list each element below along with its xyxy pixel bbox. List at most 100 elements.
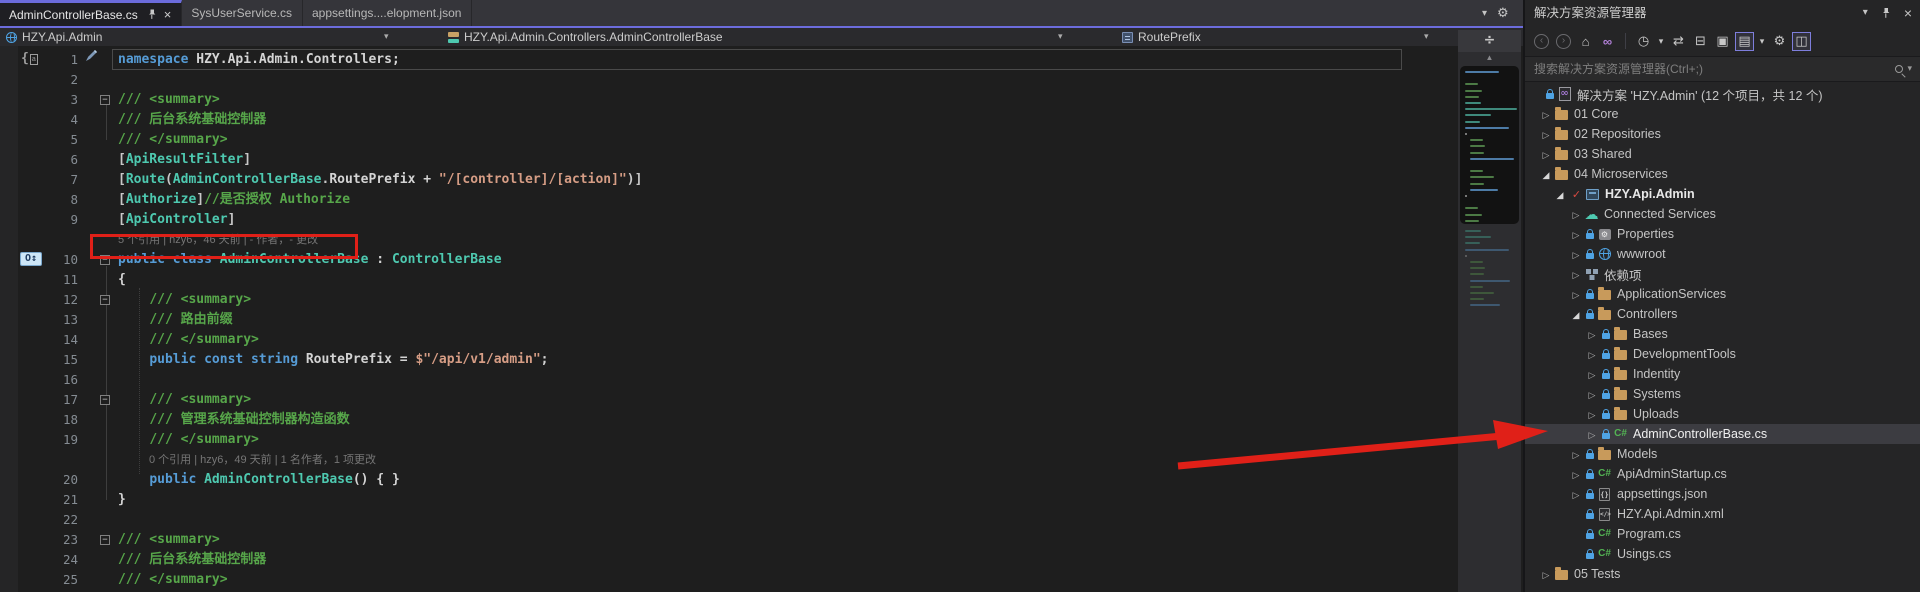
code-line-13[interactable]: 13 /// 路由前缀 (0, 310, 1456, 330)
tree-item-admincontrollerbase-cs[interactable]: ▷AdminControllerBase.cs (1525, 424, 1920, 444)
editor-splitter-handle[interactable]: ÷ (1458, 30, 1521, 52)
chevron-expanded-icon[interactable]: ◢ (1573, 310, 1580, 320)
code-line-19[interactable]: 19 /// </summary> (0, 430, 1456, 450)
code-line-21[interactable]: 21} (0, 490, 1456, 510)
tree-item-03-shared[interactable]: ▷03 Shared (1525, 144, 1920, 164)
chevron-collapsed-icon[interactable]: ▷ (1573, 270, 1580, 280)
chevron-expanded-icon[interactable]: ◢ (1543, 170, 1550, 180)
tree-item-hzy-api-admin-xml[interactable]: HZY.Api.Admin.xml (1525, 504, 1920, 524)
tab-admincontrollerbase-cs[interactable]: AdminControllerBase.cs× (0, 0, 182, 26)
close-icon[interactable]: × (164, 10, 172, 20)
code-line-8[interactable]: 8[Authorize]//是否授权 Authorize (0, 190, 1456, 210)
chevron-collapsed-icon[interactable]: ▷ (1573, 450, 1580, 460)
search-options-chevron-icon[interactable]: ▾ (1907, 63, 1912, 74)
inheritance-margin-icon[interactable]: O↕ (20, 252, 42, 266)
code-line-5[interactable]: 5/// </summary> (0, 130, 1456, 150)
sync-with-active-document-button[interactable]: ∞ (1598, 32, 1617, 51)
tree-item-wwwroot[interactable]: ▷wwwroot (1525, 244, 1920, 264)
track-active-item-button[interactable]: ▤ (1735, 32, 1754, 51)
fold-marker-icon[interactable]: − (100, 95, 110, 105)
chevron-collapsed-icon[interactable]: ▷ (1573, 470, 1580, 480)
pending-changes-filter-button[interactable]: ◷ (1634, 32, 1653, 51)
tree-item-controllers[interactable]: ◢Controllers (1525, 304, 1920, 324)
tree-item-developmenttools[interactable]: ▷DevelopmentTools (1525, 344, 1920, 364)
tree-item-appsettings-json[interactable]: ▷appsettings.json (1525, 484, 1920, 504)
code-line-20[interactable]: 20 public AdminControllerBase() { } (0, 470, 1456, 490)
pin-icon[interactable] (147, 9, 157, 20)
member-dropdown-chevron-icon[interactable]: ▾ (1424, 31, 1429, 42)
tree-item-解决方案-hzy-admin-12-个项目-共-12-个[interactable]: 解决方案 'HZY.Admin' (12 个项目，共 12 个) (1525, 84, 1920, 104)
codelens-text[interactable]: 0 个引用 | hzy6，49 天前 | 1 名作者，1 项更改 (149, 450, 376, 470)
tree-item-properties[interactable]: ▷Properties (1525, 224, 1920, 244)
back-button[interactable]: ‹ (1534, 34, 1549, 49)
preview-selected-items-button[interactable]: ◫ (1792, 32, 1811, 51)
code-line-12[interactable]: 12− /// <summary> (0, 290, 1456, 310)
tree-item-apiadminstartup-cs[interactable]: ▷ApiAdminStartup.cs (1525, 464, 1920, 484)
collapse-all-button[interactable]: ⊟ (1691, 32, 1710, 51)
chevron-collapsed-icon[interactable]: ▷ (1589, 350, 1596, 360)
fold-marker-icon[interactable]: − (100, 295, 110, 305)
search-icon[interactable] (1895, 65, 1903, 73)
minimap-viewport[interactable] (1460, 66, 1519, 224)
chevron-collapsed-icon[interactable]: ▷ (1543, 570, 1550, 580)
chevron-collapsed-icon[interactable]: ▷ (1573, 290, 1580, 300)
code-line-25[interactable]: 25/// </summary> (0, 570, 1456, 590)
chevron-collapsed-icon[interactable]: ▷ (1589, 390, 1596, 400)
window-position-chevron-icon[interactable]: ▾ (1863, 0, 1868, 26)
project-dropdown[interactable]: HZY.Api.Admin (6, 28, 102, 46)
code-editor[interactable]: {a O↕ 1namespace HZY.Api.Admin.Controlle… (0, 46, 1456, 592)
code-line-3[interactable]: 3−/// <summary> (0, 90, 1456, 110)
project-dropdown-chevron-icon[interactable]: ▾ (384, 31, 389, 42)
chevron-collapsed-icon[interactable]: ▷ (1589, 370, 1596, 380)
tree-item-bases[interactable]: ▷Bases (1525, 324, 1920, 344)
track-active-item-dropdown[interactable]: ▾ (1757, 32, 1767, 51)
show-all-files-button[interactable]: ▣ (1713, 32, 1732, 51)
search-input[interactable] (1525, 57, 1920, 81)
tree-item-01-core[interactable]: ▷01 Core (1525, 104, 1920, 124)
tree-item-hzy-api-admin[interactable]: ◢HZY.Api.Admin (1525, 184, 1920, 204)
chevron-collapsed-icon[interactable]: ▷ (1573, 230, 1580, 240)
minimap-scrollbar[interactable]: ÷ ▲ (1458, 30, 1521, 592)
type-dropdown-chevron-icon[interactable]: ▾ (1058, 31, 1063, 42)
code-line-15[interactable]: 15 public const string RoutePrefix = $"/… (0, 350, 1456, 370)
editor-options-gear-icon[interactable]: ⚙ (1497, 5, 1509, 21)
tree-item-02-repositories[interactable]: ▷02 Repositories (1525, 124, 1920, 144)
chevron-collapsed-icon[interactable]: ▷ (1589, 410, 1596, 420)
tab-sysuserservice-cs[interactable]: SysUserService.cs (182, 0, 303, 26)
code-line-17[interactable]: 17− /// <summary> (0, 390, 1456, 410)
chevron-collapsed-icon[interactable]: ▷ (1573, 250, 1580, 260)
code-line-22[interactable]: 22 (0, 510, 1456, 530)
fold-marker-icon[interactable]: − (100, 535, 110, 545)
switch-views-button[interactable]: ⇄ (1669, 32, 1688, 51)
tree-item-indentity[interactable]: ▷Indentity (1525, 364, 1920, 384)
tree-item-program-cs[interactable]: Program.cs (1525, 524, 1920, 544)
close-icon[interactable]: × (1904, 0, 1912, 26)
properties-button[interactable]: ⚙ (1770, 32, 1789, 51)
tree-item-04-microservices[interactable]: ◢04 Microservices (1525, 164, 1920, 184)
pending-changes-filter-dropdown[interactable]: ▾ (1656, 32, 1666, 51)
tree-item-systems[interactable]: ▷Systems (1525, 384, 1920, 404)
code-line-6[interactable]: 6[ApiResultFilter] (0, 150, 1456, 170)
code-line-14[interactable]: 14 /// </summary> (0, 330, 1456, 350)
fold-marker-icon[interactable]: − (100, 395, 110, 405)
pin-icon[interactable] (1881, 7, 1891, 19)
chevron-collapsed-icon[interactable]: ▷ (1573, 490, 1580, 500)
chevron-collapsed-icon[interactable]: ▷ (1589, 430, 1596, 440)
code-line-11[interactable]: 11{ (0, 270, 1456, 290)
type-dropdown[interactable]: HZY.Api.Admin.Controllers.AdminControlle… (448, 28, 723, 46)
tree-item-uploads[interactable]: ▷Uploads (1525, 404, 1920, 424)
scroll-up-icon[interactable]: ▲ (1458, 52, 1521, 64)
tab-overflow-chevron-icon[interactable]: ▾ (1482, 8, 1487, 19)
chevron-collapsed-icon[interactable]: ▷ (1543, 130, 1550, 140)
code-line-24[interactable]: 24/// 后台系统基础控制器 (0, 550, 1456, 570)
tree-item-依赖项[interactable]: ▷依赖项 (1525, 264, 1920, 284)
tree-item-applicationservices[interactable]: ▷ApplicationServices (1525, 284, 1920, 304)
chevron-collapsed-icon[interactable]: ▷ (1589, 330, 1596, 340)
forward-button[interactable]: › (1556, 34, 1571, 49)
codelens-line[interactable]: 0 个引用 | hzy6，49 天前 | 1 名作者，1 项更改 (0, 450, 1456, 470)
code-line-18[interactable]: 18 /// 管理系统基础控制器构造函数 (0, 410, 1456, 430)
code-line-9[interactable]: 9[ApiController] (0, 210, 1456, 230)
member-dropdown[interactable]: RoutePrefix (1122, 28, 1201, 46)
tab-appsettings-elopment-json[interactable]: appsettings....elopment.json (303, 0, 472, 26)
chevron-collapsed-icon[interactable]: ▷ (1543, 110, 1550, 120)
